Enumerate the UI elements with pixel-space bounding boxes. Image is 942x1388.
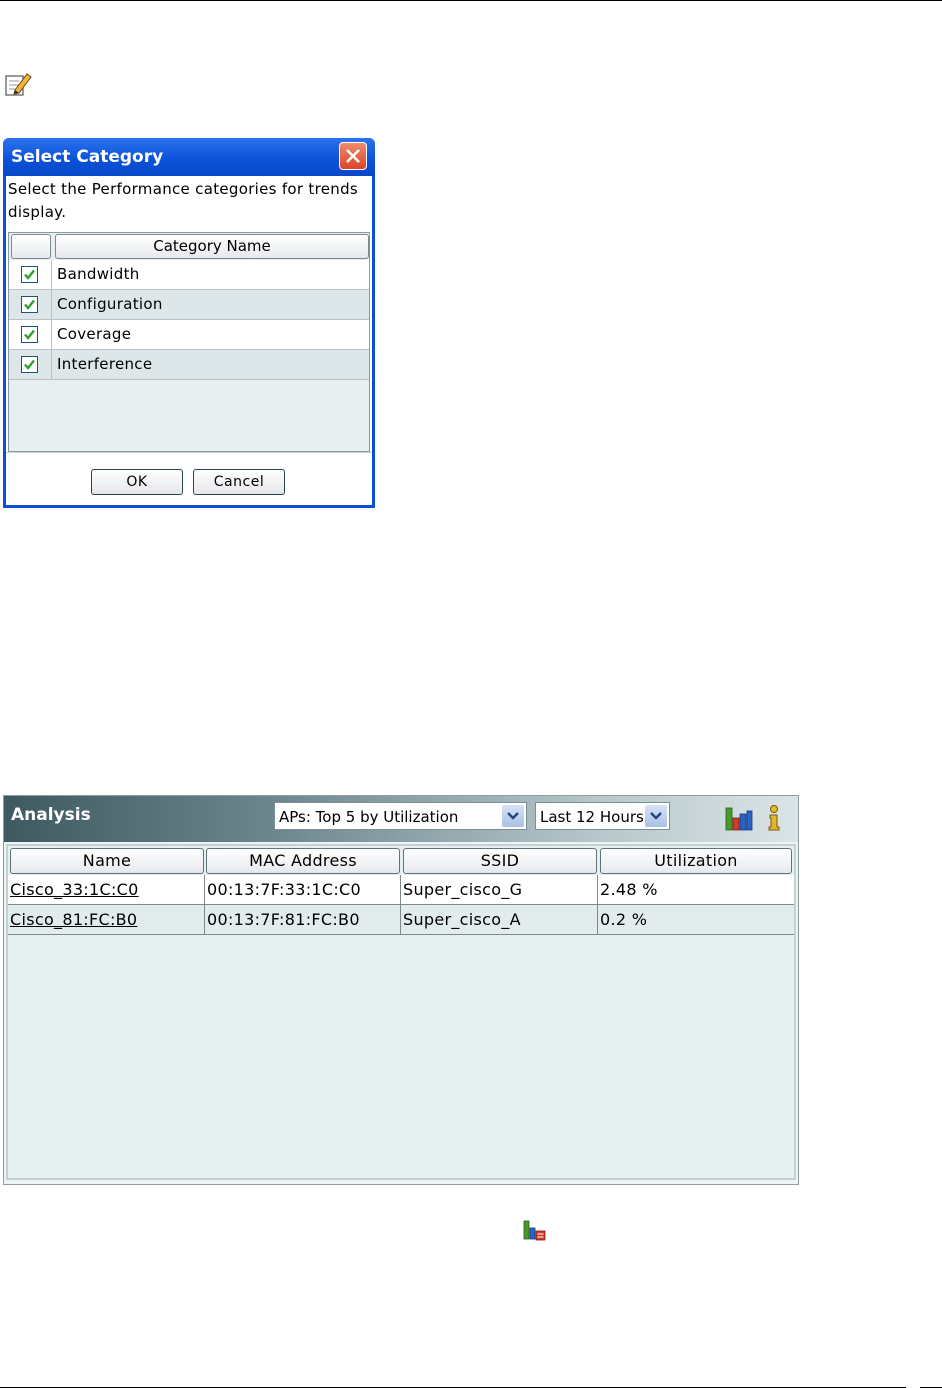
- footer-divider: [6, 452, 372, 453]
- mac-address-cell: 00:13:7F:81:FC:B0: [207, 910, 360, 929]
- dialog-close-button[interactable]: [339, 142, 367, 170]
- select-category-dialog: Select Category Select the Performance c…: [3, 138, 375, 508]
- category-label: Configuration: [57, 295, 163, 313]
- chart-settings-icon[interactable]: [522, 1218, 548, 1242]
- dialog-title: Select Category: [11, 147, 164, 167]
- note-edit-icon: [5, 73, 32, 96]
- filter-select[interactable]: APs: Top 5 by Utilization: [274, 802, 527, 830]
- category-row: Coverage: [9, 320, 369, 350]
- category-checkbox[interactable]: [21, 266, 38, 283]
- column-header-ssid[interactable]: SSID: [403, 848, 597, 874]
- category-row: Interference: [9, 350, 369, 380]
- ssid-cell: Super_cisco_G: [403, 880, 523, 899]
- column-header-name[interactable]: Name: [10, 848, 204, 874]
- category-table: Category Name Bandwidth Configuration Co…: [8, 232, 370, 452]
- info-icon[interactable]: [764, 804, 794, 832]
- filter-select-value: APs: Top 5 by Utilization: [279, 808, 459, 826]
- column-header-utilization[interactable]: Utilization: [600, 848, 792, 874]
- ssid-cell: Super_cisco_A: [403, 910, 521, 929]
- utilization-cell: 2.48 %: [600, 880, 658, 899]
- utilization-cell: 0.2 %: [600, 910, 648, 929]
- dialog-title-bar[interactable]: Select Category: [3, 138, 375, 176]
- category-name-header[interactable]: Category Name: [55, 234, 369, 259]
- check-icon: [24, 269, 35, 280]
- bar-chart-icon[interactable]: [724, 804, 754, 832]
- cancel-button[interactable]: Cancel: [193, 469, 285, 495]
- chevron-down-icon[interactable]: [502, 805, 524, 827]
- dialog-body: Select the Performance categories for tr…: [6, 176, 372, 505]
- mac-address-cell: 00:13:7F:33:1C:C0: [207, 880, 361, 899]
- table-row: Cisco_81:FC:B0 00:13:7F:81:FC:B0 Super_c…: [8, 905, 794, 935]
- time-range-value: Last 12 Hours: [540, 808, 644, 826]
- category-row: Bandwidth: [9, 260, 369, 290]
- top-rule: [0, 0, 942, 1]
- dialog-description: Select the Performance categories for tr…: [8, 180, 359, 221]
- close-icon: [346, 149, 360, 163]
- ap-name-link[interactable]: Cisco_33:1C:C0: [10, 880, 139, 899]
- ok-button[interactable]: OK: [91, 469, 183, 495]
- category-checkbox[interactable]: [21, 326, 38, 343]
- analysis-panel: Analysis APs: Top 5 by Utilization Last …: [3, 795, 799, 1185]
- ap-name-link[interactable]: Cisco_81:FC:B0: [10, 910, 137, 929]
- category-checkbox[interactable]: [21, 356, 38, 373]
- column-header-mac[interactable]: MAC Address: [206, 848, 400, 874]
- time-range-select[interactable]: Last 12 Hours: [535, 802, 670, 830]
- category-checkbox[interactable]: [21, 296, 38, 313]
- category-row: Configuration: [9, 290, 369, 320]
- category-label: Bandwidth: [57, 265, 140, 283]
- check-icon: [24, 329, 35, 340]
- check-icon: [24, 299, 35, 310]
- analysis-title: Analysis: [11, 805, 91, 825]
- category-label: Coverage: [57, 325, 132, 343]
- chevron-down-icon[interactable]: [645, 805, 667, 827]
- select-column-header[interactable]: [11, 234, 51, 259]
- analysis-table: Name MAC Address SSID Utilization Cisco_…: [6, 844, 796, 1180]
- table-row: Cisco_33:1C:C0 00:13:7F:33:1C:C0 Super_c…: [8, 875, 794, 905]
- check-icon: [24, 359, 35, 370]
- analysis-header: Analysis APs: Top 5 by Utilization Last …: [4, 796, 798, 842]
- category-label: Interference: [57, 355, 153, 373]
